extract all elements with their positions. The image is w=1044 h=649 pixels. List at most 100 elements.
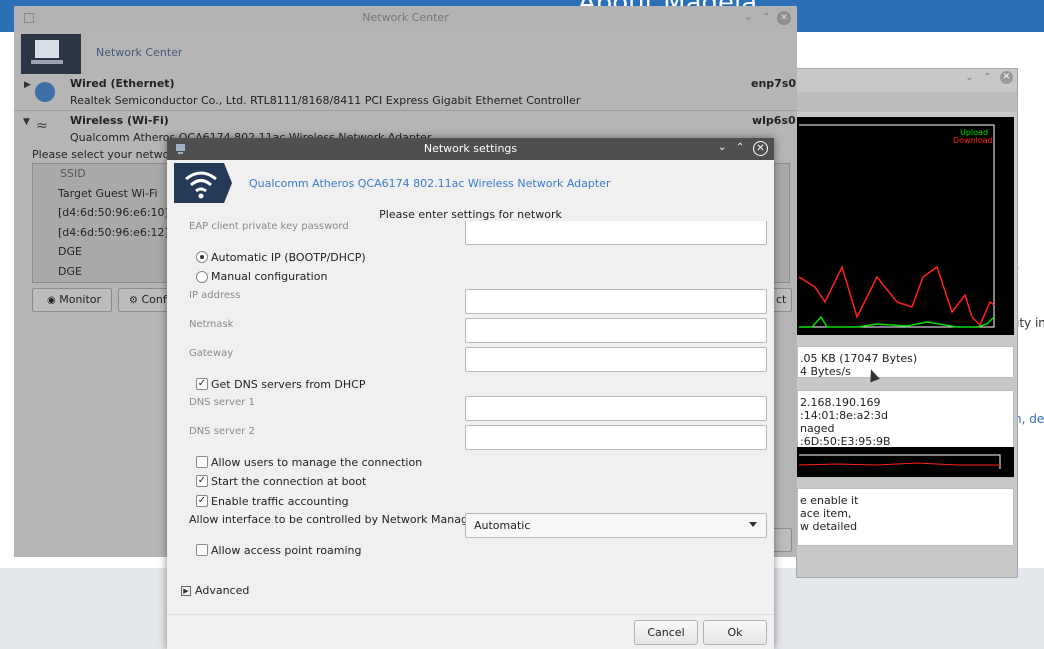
configure-button-label: Confi [141, 293, 170, 306]
mini-graph-line [798, 462, 1000, 466]
ok-button[interactable]: Ok [703, 620, 767, 645]
collapse-arrow-icon[interactable]: ▼ [23, 117, 30, 127]
allow-users-label[interactable]: Allow users to manage the connection [211, 456, 422, 469]
allow-users-checkbox[interactable] [196, 456, 208, 468]
start-boot-label[interactable]: Start the connection at boot [211, 475, 366, 488]
mini-graph-frame [799, 454, 1001, 469]
netmask-label: Netmask [189, 319, 234, 330]
traffic-rate: 4 Bytes/s [800, 365, 851, 378]
minimize-icon[interactable]: ⌄ [742, 11, 755, 24]
wired-description: Realtek Semiconductor Co., Ltd. RTL8111/… [70, 94, 581, 107]
wifi-banner-icon [174, 163, 234, 203]
auto-ip-label[interactable]: Automatic IP (BOOTP/DHCP) [211, 251, 366, 264]
hint-line: e enable it [800, 494, 859, 507]
network-center-header: Network Center [96, 46, 183, 59]
ok-button-label: Ok [727, 626, 743, 639]
maximize-icon[interactable]: ⌃ [981, 71, 994, 84]
dns2-field[interactable] [465, 425, 767, 450]
monitor-button-label: Monitor [59, 293, 102, 306]
download-series-line [798, 264, 995, 327]
mini-graph-svg [798, 454, 1001, 469]
netmask-field[interactable] [465, 318, 767, 343]
start-boot-checkbox[interactable]: ✓ [196, 475, 208, 487]
about-link-fragment[interactable]: n, de [1014, 412, 1044, 426]
network-list-item[interactable]: DGE [58, 245, 82, 258]
info-ipv6: :14:01:8e:a2:3d [800, 409, 889, 422]
expand-arrow-icon[interactable]: ▶ [24, 80, 31, 90]
network-list-item[interactable]: [d4:6d:50:96:e6:12] [58, 226, 169, 239]
adapter-name: Qualcomm Atheros QCA6174 802.11ac Wirele… [249, 177, 611, 190]
traffic-accounting-label[interactable]: Enable traffic accounting [211, 495, 349, 508]
network-center-title: Network Center [362, 11, 449, 24]
dns-dhcp-checkbox[interactable]: ✓ [196, 378, 208, 390]
info-ip: 2.168.190.169 [800, 396, 881, 409]
ip-address-label: IP address [189, 290, 241, 301]
monitor-tab-strip [797, 92, 1017, 112]
monitor-icon: ◉ [47, 295, 56, 306]
wired-interface: enp7s0 [751, 77, 797, 90]
mini-graph [797, 447, 1014, 477]
dialog-subtitle-overlay: Please enter settings for network [379, 208, 562, 221]
dns1-field[interactable] [465, 396, 767, 421]
expand-arrow-icon[interactable]: ▶ [181, 586, 191, 596]
ip-address-field[interactable] [465, 289, 767, 314]
graph-legend-download: Download [953, 136, 993, 145]
traffic-graph-svg [798, 124, 995, 328]
connect-button[interactable]: ct [772, 288, 792, 312]
monitor-button[interactable]: ◉ Monitor [32, 288, 112, 312]
computer-icon [31, 40, 63, 64]
cancel-button[interactable]: Cancel [634, 620, 698, 645]
gear-icon: ⚙ [129, 295, 138, 306]
ssid-column-header[interactable]: SSID [60, 167, 86, 180]
close-icon[interactable]: ✕ [753, 141, 768, 156]
manual-config-label[interactable]: Manual configuration [211, 270, 327, 283]
traffic-accounting-checkbox[interactable]: ✓ [196, 495, 208, 507]
close-button[interactable] [772, 528, 792, 552]
maximize-icon[interactable]: ⌃ [736, 142, 744, 153]
eap-password-field[interactable] [465, 220, 767, 245]
dialog-title: Network settings [423, 142, 518, 155]
wifi-icon [185, 163, 234, 203]
roaming-label[interactable]: Allow access point roaming [211, 544, 361, 557]
traffic-graph [797, 117, 1014, 335]
minimize-icon[interactable]: ⌄ [718, 142, 726, 153]
wireless-interface: wlp6s0 [752, 114, 796, 127]
hint-line: ace item, [800, 507, 852, 520]
roaming-checkbox[interactable] [196, 544, 208, 556]
network-list-item[interactable]: DGE [58, 265, 82, 278]
wired-device-name: Wired (Ethernet) [70, 77, 175, 90]
info-managed: naged [800, 422, 835, 435]
connect-button-label: ct [776, 293, 787, 306]
advanced-expander[interactable]: Advanced [195, 584, 249, 597]
network-manager-label: Allow interface to be controlled by Netw… [189, 513, 480, 526]
traffic-total: .05 KB (17047 Bytes) [800, 352, 918, 365]
wifi-icon: ≈ [36, 118, 48, 134]
network-manager-select[interactable]: Automatic [465, 513, 767, 538]
hint-line: w detailed [800, 520, 858, 533]
about-text-fragment: ity in [1016, 316, 1044, 330]
manual-config-radio[interactable] [196, 271, 208, 283]
upload-series-line [799, 315, 995, 328]
network-list-item[interactable]: Target Guest Wi-Fi [58, 187, 158, 200]
dns-dhcp-label[interactable]: Get DNS servers from DHCP [211, 378, 365, 391]
divider [14, 110, 797, 111]
gateway-label: Gateway [189, 348, 234, 359]
close-icon[interactable]: ✕ [1000, 71, 1013, 84]
network-center-logo-icon [21, 34, 81, 74]
select-network-prompt: Please select your network: [32, 148, 184, 161]
chevron-down-icon[interactable] [749, 522, 757, 527]
minimize-icon[interactable]: ⌄ [963, 71, 976, 84]
cancel-button-label: Cancel [647, 626, 685, 639]
divider [167, 614, 774, 615]
auto-ip-radio[interactable] [196, 251, 208, 263]
close-icon[interactable]: ✕ [777, 11, 791, 25]
ethernet-icon [35, 82, 55, 102]
dns1-label: DNS server 1 [189, 397, 255, 408]
gateway-field[interactable] [465, 347, 767, 372]
eap-password-label: EAP client private key password [189, 221, 349, 232]
wireless-device-name: Wireless (Wi-Fi) [70, 114, 169, 127]
dns2-label: DNS server 2 [189, 426, 255, 437]
maximize-icon[interactable]: ⌃ [760, 11, 773, 24]
network-list-item[interactable]: [d4:6d:50:96:e6:10] [58, 206, 169, 219]
network-manager-value: Automatic [474, 519, 531, 532]
